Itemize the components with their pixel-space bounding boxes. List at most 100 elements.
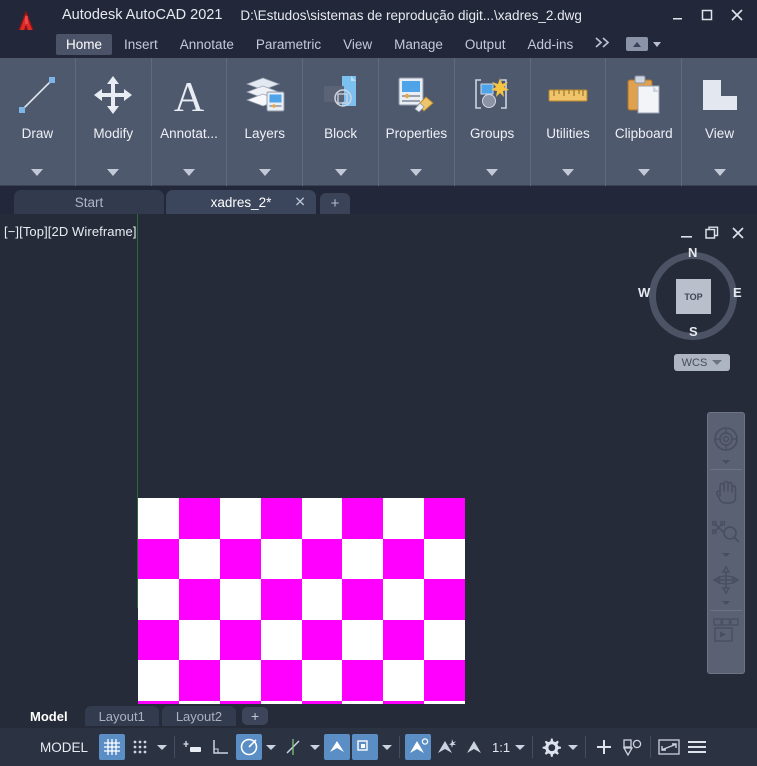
chessboard-cell[interactable] bbox=[260, 579, 302, 620]
chessboard-cell[interactable] bbox=[219, 538, 261, 579]
chessboard-cell[interactable] bbox=[178, 498, 220, 539]
ribbon-tab-view[interactable]: View bbox=[333, 34, 382, 55]
chessboard-cell[interactable] bbox=[178, 619, 220, 660]
chessboard-cell[interactable] bbox=[260, 498, 302, 539]
fullscreen-button[interactable] bbox=[656, 734, 682, 760]
steering-wheel-icon[interactable] bbox=[709, 419, 743, 459]
ribbon-panel-block[interactable]: Block bbox=[303, 58, 379, 186]
isometric-drafting-button[interactable] bbox=[280, 734, 306, 760]
chessboard-cell[interactable] bbox=[260, 538, 302, 579]
ribbon-tab-parametric[interactable]: Parametric bbox=[246, 34, 331, 55]
chessboard-cell[interactable] bbox=[301, 619, 343, 660]
chessboard-cell[interactable] bbox=[383, 660, 425, 701]
chessboard-cell[interactable] bbox=[383, 538, 425, 579]
chessboard-cell[interactable] bbox=[342, 498, 384, 539]
minimize-button[interactable] bbox=[663, 2, 691, 28]
ribbon-tab-addins[interactable]: Add-ins bbox=[517, 34, 583, 55]
panel-expand-arrow-icon[interactable] bbox=[637, 169, 650, 176]
viewcube-south-label[interactable]: S bbox=[689, 324, 698, 339]
panel-expand-arrow-icon[interactable] bbox=[561, 169, 574, 176]
file-tab-close-icon[interactable]: ✕ bbox=[294, 194, 306, 211]
snap-settings-dropdown-icon[interactable] bbox=[154, 734, 170, 760]
polar-tracking-button[interactable] bbox=[236, 734, 263, 760]
grid-display-button[interactable] bbox=[99, 734, 126, 760]
chessboard-cell[interactable] bbox=[342, 579, 384, 620]
wcs-dropdown-button[interactable]: WCS bbox=[674, 354, 730, 371]
panel-expand-arrow-icon[interactable] bbox=[182, 169, 195, 176]
chessboard-cell[interactable] bbox=[260, 660, 302, 701]
viewcube-top-face[interactable]: TOP bbox=[676, 279, 711, 314]
chessboard-cell[interactable] bbox=[178, 538, 220, 579]
chessboard-cell[interactable] bbox=[219, 619, 261, 660]
polar-settings-dropdown-icon[interactable] bbox=[263, 734, 279, 760]
drawing-canvas[interactable]: [−][Top][2D Wireframe] TOP N S E W WCS bbox=[0, 214, 757, 706]
object-snap-tracking-button[interactable] bbox=[324, 734, 351, 760]
chessboard-cell[interactable] bbox=[138, 498, 179, 539]
viewport-close-icon[interactable] bbox=[731, 226, 745, 243]
workspace-dropdown-icon[interactable] bbox=[565, 734, 581, 760]
viewcube-east-label[interactable]: E bbox=[733, 285, 742, 300]
ribbon-panel-annotation[interactable]: A Annotat... bbox=[152, 58, 228, 186]
layout-tab-layout1[interactable]: Layout1 bbox=[84, 706, 159, 726]
ribbon-overflow-chevrons-icon[interactable] bbox=[589, 37, 618, 51]
chessboard-cell[interactable] bbox=[138, 538, 179, 579]
ribbon-panel-utilities[interactable]: Utilities bbox=[531, 58, 607, 186]
osnap-settings-dropdown-icon[interactable] bbox=[379, 734, 395, 760]
isolate-objects-button[interactable] bbox=[619, 734, 645, 760]
orbit-dropdown-icon[interactable] bbox=[722, 601, 730, 605]
close-button[interactable] bbox=[723, 2, 751, 28]
ribbon-panel-view[interactable]: View bbox=[682, 58, 757, 186]
chessboard-cell[interactable] bbox=[424, 579, 465, 620]
workspace-switching-button[interactable] bbox=[538, 734, 564, 760]
ribbon-panel-properties[interactable]: Properties bbox=[379, 58, 455, 186]
chessboard-cell[interactable] bbox=[219, 498, 261, 539]
chessboard-cell[interactable] bbox=[424, 538, 465, 579]
ortho-mode-button[interactable] bbox=[208, 734, 234, 760]
chessboard-cell[interactable] bbox=[342, 660, 384, 701]
ribbon-tab-insert[interactable]: Insert bbox=[114, 34, 168, 55]
file-tab-xadres2[interactable]: xadres_2* ✕ bbox=[166, 190, 316, 214]
annotation-visibility-button[interactable] bbox=[405, 734, 432, 760]
viewcube-north-label[interactable]: N bbox=[688, 245, 697, 260]
ribbon-tab-annotate[interactable]: Annotate bbox=[170, 34, 244, 55]
maximize-button[interactable] bbox=[693, 2, 721, 28]
ribbon-panel-layers[interactable]: Layers bbox=[227, 58, 304, 186]
ribbon-tab-output[interactable]: Output bbox=[455, 34, 516, 55]
file-tab-start[interactable]: Start bbox=[14, 190, 164, 214]
viewcube-west-label[interactable]: W bbox=[638, 285, 650, 300]
pan-hand-icon[interactable] bbox=[709, 472, 743, 512]
annotation-scale-dropdown-icon[interactable] bbox=[512, 734, 528, 760]
chessboard-cell[interactable] bbox=[383, 619, 425, 660]
chessboard-cell[interactable] bbox=[342, 538, 384, 579]
viewport-restore-icon[interactable] bbox=[705, 226, 719, 243]
navigation-bar[interactable] bbox=[707, 412, 745, 674]
viewcube[interactable]: TOP N S E W bbox=[638, 245, 745, 348]
viewport-minimize-icon[interactable] bbox=[680, 227, 693, 243]
ribbon-minimize-caret-icon[interactable] bbox=[653, 41, 662, 47]
layout-tab-model[interactable]: Model bbox=[16, 706, 82, 726]
chessboard-cell[interactable] bbox=[301, 538, 343, 579]
panel-expand-arrow-icon[interactable] bbox=[410, 169, 423, 176]
steering-wheel-dropdown-icon[interactable] bbox=[722, 460, 730, 464]
chessboard-cell[interactable] bbox=[301, 498, 343, 539]
zoom-dropdown-icon[interactable] bbox=[722, 553, 730, 557]
ribbon-panel-clipboard[interactable]: Clipboard bbox=[606, 58, 683, 186]
status-model-label[interactable]: MODEL bbox=[6, 740, 98, 755]
chessboard-cell[interactable] bbox=[301, 660, 343, 701]
new-file-tab-button[interactable]: + bbox=[320, 193, 350, 214]
chessboard-cell[interactable] bbox=[219, 660, 261, 701]
chessboard-cell[interactable] bbox=[342, 619, 384, 660]
annotation-scale-icon-button[interactable] bbox=[461, 734, 487, 760]
chessboard-cell[interactable] bbox=[383, 498, 425, 539]
chessboard-cell[interactable] bbox=[301, 579, 343, 620]
isodraft-dropdown-icon[interactable] bbox=[307, 734, 323, 760]
chessboard-cell[interactable] bbox=[178, 579, 220, 620]
chessboard-cell[interactable] bbox=[383, 579, 425, 620]
layout-tab-layout2[interactable]: Layout2 bbox=[161, 706, 237, 726]
panel-expand-arrow-icon[interactable] bbox=[258, 169, 271, 176]
chessboard-cell[interactable] bbox=[424, 660, 465, 701]
ribbon-minimize-badge[interactable] bbox=[626, 37, 649, 51]
panel-expand-arrow-icon[interactable] bbox=[107, 169, 120, 176]
chessboard-cell[interactable] bbox=[219, 579, 261, 620]
hamburger-menu-button[interactable] bbox=[684, 734, 710, 760]
